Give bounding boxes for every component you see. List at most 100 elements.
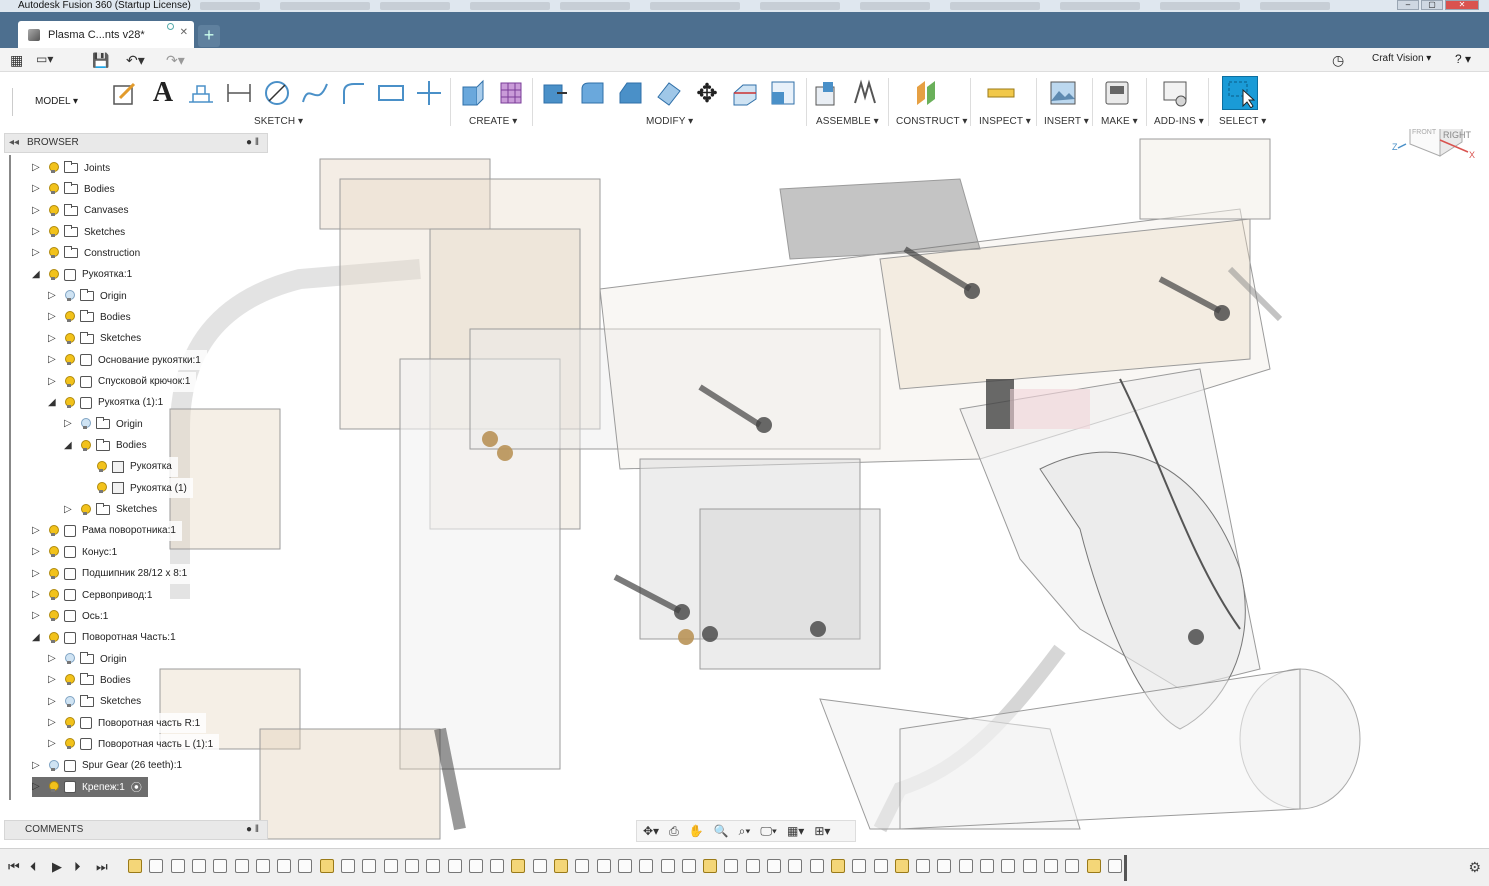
timeline-feature[interactable]: [404, 859, 419, 873]
timeline-feature[interactable]: [191, 859, 206, 873]
browser-item[interactable]: ◢ Рукоятка:1: [32, 264, 139, 285]
timeline-feature[interactable]: [788, 859, 803, 873]
measure-icon[interactable]: [986, 78, 1016, 108]
browser-item[interactable]: ▷ Spur Gear (26 teeth):1: [32, 755, 189, 776]
visibility-bulb-icon[interactable]: [48, 162, 59, 174]
expand-icon[interactable]: ▷: [48, 675, 58, 685]
expand-icon[interactable]: ▷: [32, 782, 42, 792]
timeline-feature[interactable]: [298, 859, 313, 873]
timeline-feature[interactable]: [809, 859, 824, 873]
timeline-feature[interactable]: [277, 859, 292, 873]
timeline-feature[interactable]: [447, 859, 462, 873]
browser-item[interactable]: ▷ Construction: [32, 243, 147, 264]
browser-item[interactable]: Рукоятка (1): [80, 478, 193, 499]
close-tab-icon[interactable]: ✕: [180, 27, 188, 38]
browser-item[interactable]: ▷ Bodies: [48, 307, 137, 328]
browser-item[interactable]: ▷ Подшипник 28/12 x 8:1: [32, 563, 194, 584]
arc-icon[interactable]: [338, 78, 368, 108]
timeline-feature[interactable]: [980, 859, 994, 873]
point-icon[interactable]: [414, 78, 444, 108]
timeline-feature[interactable]: [341, 859, 355, 873]
shell-icon[interactable]: [654, 78, 684, 108]
visibility-bulb-icon[interactable]: [64, 738, 75, 750]
document-tab[interactable]: Plasma C...nts v28* ✕: [18, 21, 194, 48]
timeline-feature[interactable]: [1107, 859, 1122, 873]
collapse-browser-icon[interactable]: ◂◂: [9, 134, 19, 152]
timeline-feature[interactable]: [511, 859, 526, 873]
visibility-bulb-icon[interactable]: [48, 631, 59, 644]
expand-icon[interactable]: ▷: [32, 163, 42, 173]
timeline-next-icon[interactable]: ⏵: [74, 859, 81, 875]
create-sketch-icon[interactable]: [110, 78, 140, 108]
offset-plane-icon[interactable]: [912, 78, 942, 108]
press-pull-icon[interactable]: [540, 78, 570, 108]
collapse-icon[interactable]: ◢: [48, 397, 58, 408]
collapse-icon[interactable]: ◢: [64, 440, 74, 451]
browser-item[interactable]: ▷ Сервопривод:1: [32, 585, 159, 605]
create-group-label[interactable]: CREATE ▾: [469, 116, 517, 127]
viewcube[interactable]: RIGHT FRONT Z X Y: [1392, 129, 1478, 168]
browser-item[interactable]: Рукоятка: [80, 456, 178, 477]
comments-pin-icon[interactable]: ● ‖: [246, 821, 259, 839]
browser-item[interactable]: ▷ Конус:1: [32, 542, 124, 563]
zoom-icon[interactable]: 🔍: [714, 824, 729, 838]
timeline-feature[interactable]: [1001, 859, 1016, 873]
construct-group-label[interactable]: CONSTRUCT ▾: [896, 116, 968, 127]
visibility-bulb-icon[interactable]: [80, 418, 91, 430]
extrude-icon[interactable]: [458, 78, 488, 108]
timeline-feature[interactable]: [639, 859, 654, 873]
browser-item[interactable]: ▷ Joints: [32, 158, 117, 178]
visibility-bulb-icon[interactable]: [64, 717, 75, 729]
project-icon[interactable]: [186, 78, 216, 108]
timeline-feature[interactable]: [916, 859, 931, 873]
workspace-switcher[interactable]: MODEL ▾: [12, 88, 94, 116]
undo-icon[interactable]: ↶▾: [126, 52, 145, 69]
visibility-bulb-icon[interactable]: [64, 311, 75, 323]
expand-icon[interactable]: ▷: [64, 419, 74, 429]
expand-icon[interactable]: ▷: [48, 376, 58, 387]
timeline-feature[interactable]: [852, 859, 867, 873]
timeline-settings-icon[interactable]: ⚙: [1468, 859, 1481, 876]
visibility-bulb-icon[interactable]: [96, 460, 107, 473]
timeline-feature[interactable]: [894, 859, 909, 873]
visibility-bulb-icon[interactable]: [48, 524, 59, 537]
expand-icon[interactable]: ▷: [48, 718, 58, 728]
new-tab-button[interactable]: +: [198, 25, 220, 47]
split-body-icon[interactable]: [730, 78, 760, 108]
timeline-play-icon[interactable]: ▶: [52, 859, 62, 875]
look-at-icon[interactable]: ⎙: [669, 824, 679, 839]
timeline-feature[interactable]: [234, 859, 249, 873]
visibility-bulb-icon[interactable]: [48, 183, 59, 195]
timeline-feature[interactable]: [767, 859, 781, 873]
timeline-feature[interactable]: [1065, 859, 1080, 873]
visibility-bulb-icon[interactable]: [64, 674, 75, 686]
browser-item[interactable]: ▷ Sketches: [48, 328, 148, 349]
browser-item[interactable]: ▷ Ось:1: [32, 606, 115, 627]
addins-group-label[interactable]: ADD-INS ▾: [1154, 116, 1204, 127]
browser-item[interactable]: ▷ Origin: [64, 414, 149, 435]
timeline-feature[interactable]: [830, 859, 845, 873]
expand-icon[interactable]: ▷: [48, 355, 58, 365]
timeline-feature[interactable]: [617, 859, 632, 873]
expand-icon[interactable]: ▷: [32, 590, 42, 600]
collapse-icon[interactable]: ◢: [32, 632, 42, 643]
visibility-bulb-icon[interactable]: [80, 439, 91, 452]
timeline-feature[interactable]: [596, 859, 611, 873]
expand-icon[interactable]: ▷: [32, 525, 42, 536]
timeline-last-icon[interactable]: ⏭: [96, 859, 108, 875]
fillet-icon[interactable]: [578, 78, 608, 108]
timeline-prev-icon[interactable]: ⏴: [30, 859, 37, 875]
save-icon[interactable]: 💾: [92, 52, 109, 69]
timeline-feature[interactable]: [468, 859, 483, 873]
rectangle-icon[interactable]: [376, 78, 406, 108]
apps-grid-icon[interactable]: ▦: [10, 52, 23, 69]
insert-image-icon[interactable]: [1048, 78, 1078, 108]
expand-icon[interactable]: ▷: [32, 184, 42, 194]
visibility-bulb-icon[interactable]: [96, 482, 107, 494]
viewports-icon[interactable]: ⊞▾: [814, 824, 830, 838]
help-menu[interactable]: ? ▾: [1455, 52, 1471, 66]
visibility-bulb-icon[interactable]: [48, 204, 59, 217]
visibility-bulb-icon[interactable]: [48, 610, 59, 622]
comments-panel[interactable]: COMMENTS ● ‖: [4, 820, 268, 840]
timeline-feature[interactable]: [937, 859, 952, 873]
